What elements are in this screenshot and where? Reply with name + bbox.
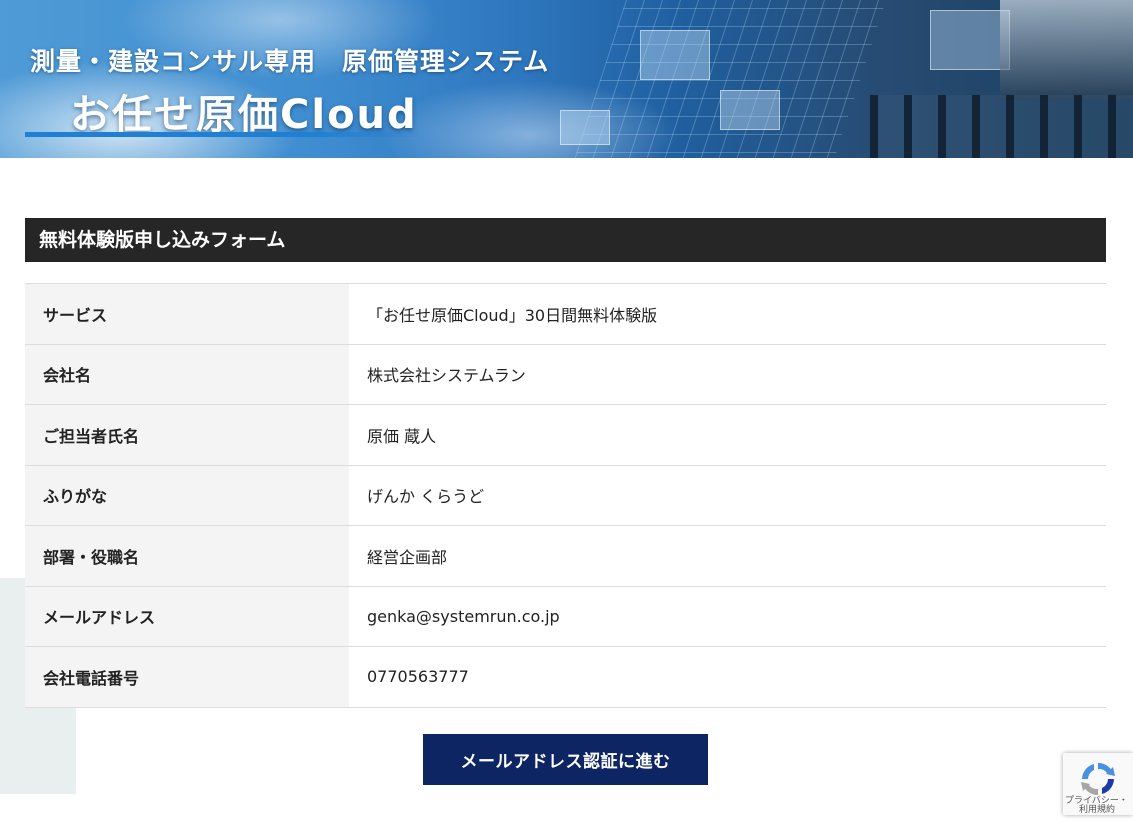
form-confirm-table: サービス 「お任せ原価Cloud」30日間無料体験版 会社名 株式会社システムラ…	[25, 283, 1106, 708]
row-value-phone: 0770563777	[367, 667, 469, 687]
email-verification-button[interactable]: メールアドレス認証に進む	[423, 734, 708, 785]
row-value-furigana: げんか くらうど	[367, 487, 485, 507]
table-row: 会社名 株式会社システムラン	[25, 344, 1106, 405]
row-value-service: 「お任せ原価Cloud」30日間無料体験版	[367, 305, 658, 325]
table-row: 部署・役職名 経営企画部	[25, 525, 1106, 586]
table-row: サービス 「お任せ原価Cloud」30日間無料体験版	[25, 283, 1106, 344]
recaptcha-logo-icon	[1081, 762, 1115, 796]
table-row: 会社電話番号 0770563777	[25, 646, 1106, 707]
row-label-furigana: ふりがな	[25, 465, 349, 526]
table-row: メールアドレス genka@systemrun.co.jp	[25, 586, 1106, 647]
banner-panel-graphic	[560, 110, 610, 145]
row-label-phone: 会社電話番号	[25, 646, 349, 707]
banner-machine-graphic	[1000, 0, 1133, 100]
row-label-company: 会社名	[25, 344, 349, 405]
row-label-service: サービス	[25, 283, 349, 344]
row-value-contact-name: 原価 蔵人	[367, 426, 437, 446]
banner-underline	[25, 132, 425, 137]
banner-grid-graphic	[570, 0, 890, 158]
banner-panel-graphic	[640, 30, 710, 80]
row-value-department: 経営企画部	[367, 547, 448, 567]
recaptcha-badge[interactable]: プライバシー・ 利用規約	[1063, 753, 1133, 815]
row-label-email: メールアドレス	[25, 586, 349, 647]
table-row: ご担当者氏名 原価 蔵人	[25, 404, 1106, 465]
banner-subtitle: 測量・建設コンサル専用 原価管理システム	[30, 47, 550, 76]
table-row: ふりがな げんか くらうど	[25, 465, 1106, 526]
banner-panel-graphic	[720, 90, 780, 130]
row-label-department: 部署・役職名	[25, 525, 349, 586]
recaptcha-terms-link[interactable]: 利用規約	[1065, 806, 1133, 815]
row-value-company: 株式会社システムラン	[367, 366, 526, 386]
banner-rail-graphic	[870, 95, 1133, 158]
row-label-contact-name: ご担当者氏名	[25, 404, 349, 465]
recaptcha-links: プライバシー・ 利用規約	[1065, 797, 1133, 815]
row-value-email: genka@systemrun.co.jp	[367, 606, 560, 626]
banner-panel-graphic	[930, 10, 1010, 70]
form-title: 無料体験版申し込みフォーム	[25, 218, 1106, 262]
header-banner: 測量・建設コンサル専用 原価管理システム お任せ原価Cloud	[0, 0, 1133, 158]
